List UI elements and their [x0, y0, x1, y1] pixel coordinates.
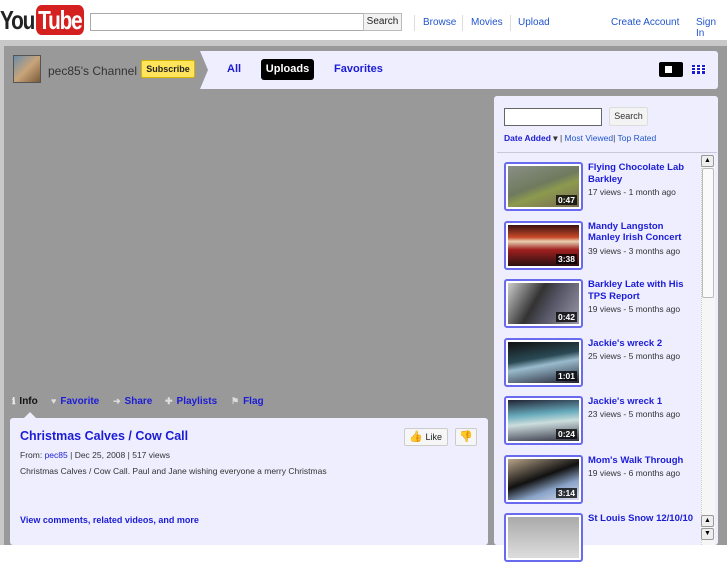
video-duration: 0:47: [555, 195, 577, 205]
scrollbar-thumb[interactable]: [702, 168, 714, 298]
divider: [414, 15, 415, 31]
thumbs-up-icon: 👍: [409, 431, 423, 443]
arrow-icon: ➜: [113, 396, 121, 406]
info-icon: ℹ: [12, 396, 16, 406]
flag-icon: ⚑: [231, 396, 240, 406]
nav-browse[interactable]: Browse: [423, 17, 456, 28]
video-title-link[interactable]: Mom's Walk Through: [588, 455, 696, 467]
view-comments-link[interactable]: View comments, related videos, and more: [20, 515, 199, 525]
tab-favorites[interactable]: Favorites: [334, 63, 383, 75]
youtube-logo[interactable]: You Tube: [0, 5, 84, 35]
tab-favorite[interactable]: ♥ Favorite: [51, 396, 99, 407]
grid-view-icon[interactable]: [692, 65, 706, 74]
player-view-icon[interactable]: [659, 62, 683, 77]
avatar[interactable]: [13, 55, 41, 83]
video-thumbnail[interactable]: 0:24: [504, 396, 583, 445]
list-item[interactable]: 1:01 Jackie's wreck 2 25 views - 5 month…: [504, 337, 696, 388]
tab-flag[interactable]: ⚑ Flag: [231, 396, 264, 407]
video-duration: 0:42: [555, 312, 577, 322]
video-title-link[interactable]: Flying Chocolate Lab Barkley: [588, 162, 696, 185]
plus-icon: ✚: [165, 396, 173, 406]
video-thumbnail[interactable]: 3:14: [504, 454, 583, 504]
scroll-down-button[interactable]: ▼: [701, 528, 714, 540]
subscribe-button[interactable]: Subscribe: [141, 60, 195, 78]
sort-options: Date Added ▾ | Most Viewed| Top Rated: [504, 133, 657, 143]
video-duration: 3:38: [555, 253, 577, 264]
divider: [462, 15, 463, 31]
channel-search-input[interactable]: [504, 108, 602, 126]
chevron-down-icon: ▾: [553, 133, 558, 143]
nav-upload[interactable]: Upload: [518, 17, 550, 28]
video-title-link[interactable]: Barkley Late with His TPS Report: [588, 279, 696, 302]
video-title[interactable]: Christmas Calves / Cow Call: [20, 429, 188, 443]
video-stats: 19 views - 5 months ago: [588, 304, 681, 314]
list-item[interactable]: 3:38 Mandy Langston Manley Irish Concert…: [504, 220, 696, 271]
video-title-link[interactable]: St Louis Snow 12/10/10: [588, 513, 696, 525]
thumbnail-image: [508, 517, 579, 558]
sort-date-added[interactable]: Date Added ▾: [504, 133, 558, 143]
tab-uploads[interactable]: Uploads: [261, 59, 314, 80]
dislike-button[interactable]: 👎: [455, 428, 477, 446]
scroll-up-button[interactable]: ▲: [701, 155, 714, 167]
tab-playlists[interactable]: ✚ Playlists: [165, 396, 217, 407]
sort-most-viewed[interactable]: Most Viewed: [565, 133, 614, 143]
video-duration: 1:01: [555, 370, 577, 381]
nav-movies[interactable]: Movies: [471, 17, 503, 28]
scroll-up-button[interactable]: ▲: [701, 515, 714, 527]
like-button[interactable]: 👍 Like: [404, 428, 448, 446]
video-title-link[interactable]: Jackie's wreck 1: [588, 396, 696, 408]
list-item[interactable]: 0:47 Flying Chocolate Lab Barkley 17 vie…: [504, 162, 694, 212]
video-stats: 23 views - 5 months ago: [588, 409, 681, 419]
search-input[interactable]: [90, 13, 364, 31]
tab-info[interactable]: ℹ Info: [12, 396, 38, 407]
tab-share[interactable]: ➜ Share: [113, 396, 152, 407]
author-link[interactable]: pec85: [45, 450, 68, 460]
search-button[interactable]: Search: [363, 13, 402, 31]
tab-all[interactable]: All: [227, 63, 241, 75]
video-stats: 25 views - 5 months ago: [588, 350, 681, 361]
channel-name: pec85's Channel: [48, 64, 138, 78]
video-stats: 17 views - 1 month ago: [588, 187, 676, 197]
list-item[interactable]: St Louis Snow 12/10/10: [504, 513, 694, 563]
video-duration: 0:24: [555, 429, 577, 439]
channel-search-button[interactable]: Search: [609, 107, 648, 126]
header: You Tube Search Browse Movies Upload Crea…: [0, 0, 727, 40]
video-title-link[interactable]: Mandy Langston Manley Irish Concert: [588, 221, 696, 244]
video-duration: 3:14: [555, 487, 577, 498]
video-stats: 39 views - 3 months ago: [588, 245, 681, 256]
video-thumbnail[interactable]: 0:47: [504, 162, 583, 211]
video-player[interactable]: [8, 95, 490, 387]
video-meta: From: pec85 | Dec 25, 2008 | 517 views: [20, 450, 171, 460]
sort-top-rated[interactable]: Top Rated: [618, 133, 657, 143]
video-title-link[interactable]: Jackie's wreck 2: [588, 338, 696, 350]
divider: [510, 15, 511, 31]
list-item[interactable]: 3:14 Mom's Walk Through 19 views - 6 mon…: [504, 454, 696, 505]
video-stats: 19 views - 6 months ago: [588, 467, 681, 478]
video-thumbnail[interactable]: 1:01: [504, 337, 583, 387]
divider: [497, 152, 717, 153]
heart-icon: ♥: [51, 396, 57, 406]
thumbs-down-icon: 👎: [459, 431, 473, 443]
list-item[interactable]: 0:42 Barkley Late with His TPS Report 19…: [504, 279, 694, 329]
video-thumbnail[interactable]: 3:38: [504, 220, 583, 270]
list-item[interactable]: 0:24 Jackie's wreck 1 23 views - 5 month…: [504, 396, 694, 446]
video-thumbnail[interactable]: [504, 513, 583, 562]
sign-in-link[interactable]: Sign In: [696, 17, 727, 39]
create-account-link[interactable]: Create Account: [611, 17, 679, 28]
video-description: Christmas Calves / Cow Call. Paul and Ja…: [20, 466, 327, 476]
video-thumbnail[interactable]: 0:42: [504, 279, 583, 328]
